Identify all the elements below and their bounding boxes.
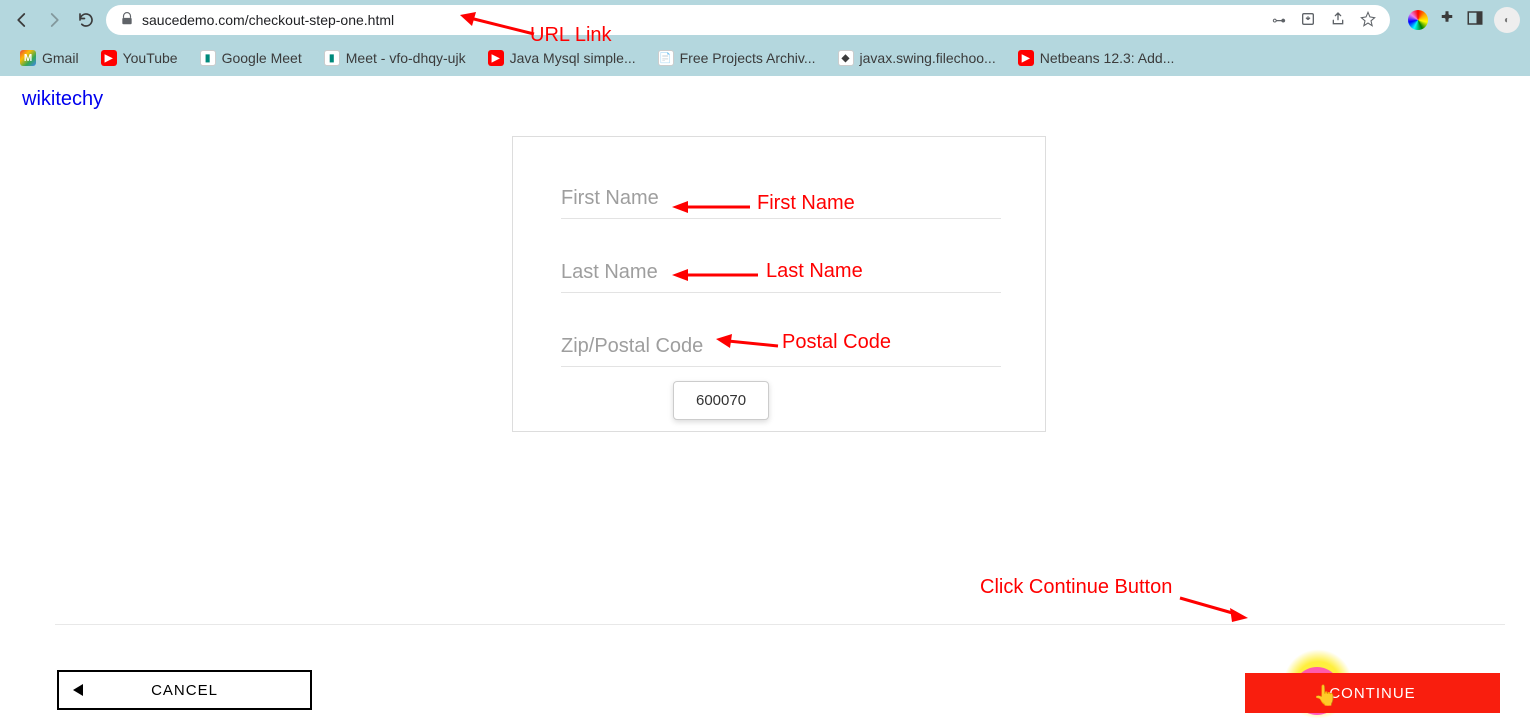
- star-icon[interactable]: [1360, 11, 1376, 30]
- bookmark-free-projects[interactable]: 📄Free Projects Archiv...: [658, 50, 816, 66]
- back-button[interactable]: [10, 8, 34, 32]
- lock-icon: [120, 12, 134, 29]
- bookmark-netbeans[interactable]: ▶Netbeans 12.3: Add...: [1018, 50, 1175, 66]
- autofill-suggestion[interactable]: 600070: [673, 381, 769, 420]
- continue-label: CONTINUE: [1329, 685, 1415, 702]
- sidepanel-icon[interactable]: [1466, 9, 1484, 32]
- site-icon: ◆: [838, 50, 854, 66]
- annotation-continue: Click Continue Button: [980, 576, 1172, 599]
- youtube-icon: ▶: [1018, 50, 1034, 66]
- share-icon[interactable]: [1330, 11, 1346, 30]
- youtube-icon: ▶: [101, 50, 117, 66]
- arrow-icon: [1178, 594, 1250, 622]
- extension-area: ◐: [1408, 7, 1520, 33]
- reload-button[interactable]: [74, 8, 98, 32]
- youtube-icon: ▶: [488, 50, 504, 66]
- site-icon: 📄: [658, 50, 674, 66]
- postal-code-input[interactable]: [561, 327, 1001, 367]
- meet-icon: ▮: [200, 50, 216, 66]
- bookmark-google-meet[interactable]: ▮Google Meet: [200, 50, 302, 66]
- last-name-input[interactable]: [561, 253, 1001, 293]
- divider: [55, 624, 1505, 625]
- bookmark-java-mysql[interactable]: ▶Java Mysql simple...: [488, 50, 636, 66]
- bookmarks-bar: MGmail ▶YouTube ▮Google Meet ▮Meet - vfo…: [0, 40, 1530, 76]
- bookmark-gmail[interactable]: MGmail: [20, 50, 79, 66]
- address-bar[interactable]: saucedemo.com/checkout-step-one.html ⊶: [106, 5, 1390, 35]
- continue-button[interactable]: CONTINUE: [1245, 673, 1500, 713]
- omnibox-actions: ⊶: [1272, 11, 1376, 30]
- forward-button[interactable]: [42, 8, 66, 32]
- install-icon[interactable]: [1300, 11, 1316, 30]
- back-triangle-icon: [73, 684, 83, 696]
- bookmark-meet-link[interactable]: ▮Meet - vfo-dhqy-ujk: [324, 50, 466, 66]
- url-text: saucedemo.com/checkout-step-one.html: [142, 12, 394, 28]
- key-icon[interactable]: ⊶: [1272, 12, 1286, 29]
- bookmark-javax-swing[interactable]: ◆javax.swing.filechoo...: [838, 50, 996, 66]
- brand-link[interactable]: wikitechy: [22, 88, 103, 111]
- browser-toolbar: saucedemo.com/checkout-step-one.html ⊶ ◐: [0, 0, 1530, 40]
- gmail-icon: M: [20, 50, 36, 66]
- meet-icon: ▮: [324, 50, 340, 66]
- profile-avatar[interactable]: ◐: [1494, 7, 1520, 33]
- first-name-input[interactable]: [561, 179, 1001, 219]
- cancel-button[interactable]: CANCEL: [57, 670, 312, 710]
- color-wheel-icon[interactable]: [1408, 10, 1428, 30]
- bookmark-youtube[interactable]: ▶YouTube: [101, 50, 178, 66]
- checkout-form: 600070: [512, 136, 1046, 432]
- cancel-label: CANCEL: [151, 682, 218, 699]
- extensions-icon[interactable]: [1438, 9, 1456, 32]
